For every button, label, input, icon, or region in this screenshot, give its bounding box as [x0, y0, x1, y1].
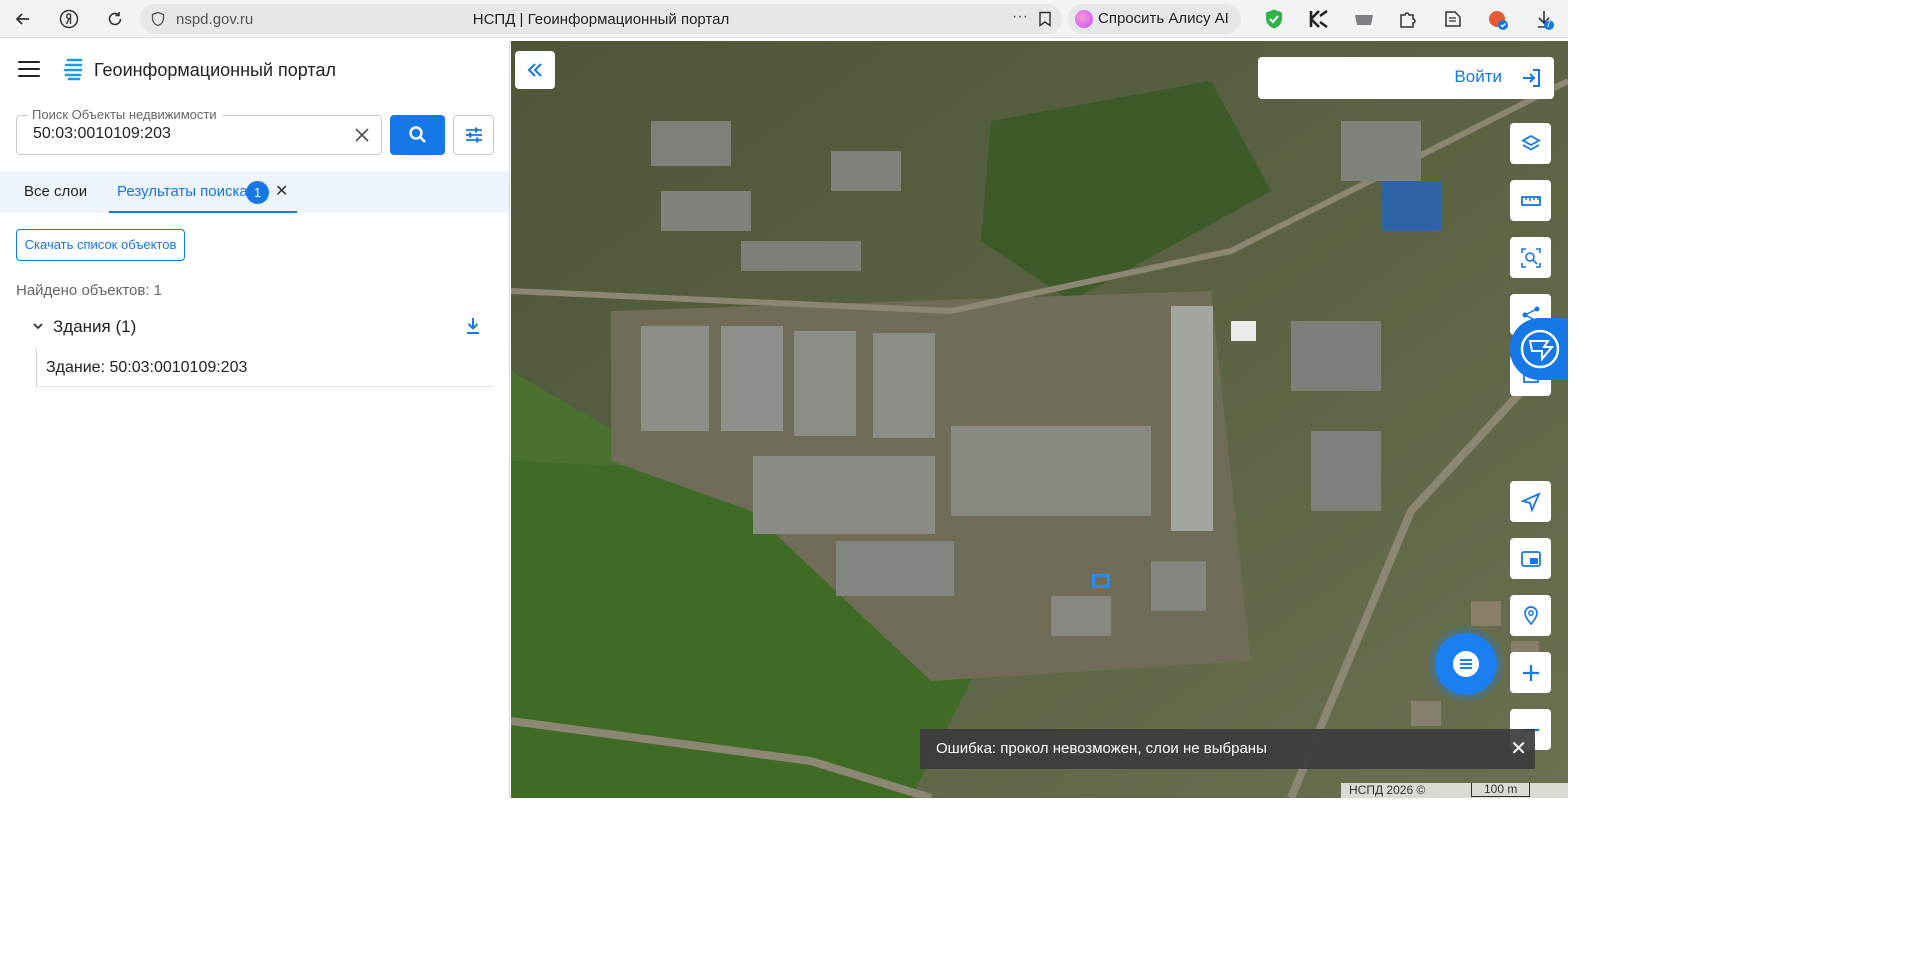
search-field[interactable]: Поиск Объекты недвижимости [16, 107, 382, 155]
assistant-button[interactable] [1510, 318, 1568, 380]
geolocation-search-button[interactable] [1510, 595, 1551, 636]
error-toast: Ошибка: прокол невозможен, слои не выбра… [920, 729, 1535, 769]
downloads-badge: 7 [1546, 19, 1552, 29]
downloads-icon[interactable]: 7 [1533, 8, 1555, 30]
found-count-text: Найдено объектов: 1 [16, 282, 163, 299]
double-chevron-left-icon [527, 63, 542, 77]
chat-bubble-icon [1453, 651, 1479, 677]
login-button[interactable]: Войти [1258, 57, 1554, 99]
close-tab-icon[interactable]: ✕ [275, 171, 288, 213]
portal-title: Геоинформационный портал [94, 60, 336, 80]
clear-search-icon[interactable] [351, 124, 373, 146]
reader-mode-icon[interactable] [1442, 8, 1464, 30]
ruler-icon [1520, 195, 1541, 206]
navigation-arrow-icon [1519, 491, 1541, 513]
extension-gray-icon[interactable] [1353, 8, 1375, 30]
alice-label: Спросить Алису AI [1098, 10, 1229, 27]
buildings-group-header[interactable]: Здания (1) [16, 311, 494, 343]
profile-extension-icon[interactable] [1487, 8, 1509, 30]
tab-all-layers[interactable]: Все слои [24, 171, 87, 213]
download-icon[interactable] [464, 316, 482, 336]
search-icon [409, 126, 426, 143]
map-scale-label: 100 m [1471, 783, 1531, 797]
tab-search-results[interactable]: Результаты поиска 1 ✕ [109, 171, 297, 213]
chevron-down-icon[interactable] [32, 319, 44, 331]
portal-logo-icon [62, 57, 84, 81]
map-view[interactable]: Войти Ошибка: прокол невозможен, слои не… [511, 41, 1568, 798]
extensions-puzzle-icon[interactable] [1397, 8, 1419, 30]
address-bar[interactable]: nspd.gov.ru НСПД | Геоинформационный пор… [140, 4, 1062, 34]
page-title: НСПД | Геоинформационный портал [472, 11, 730, 28]
plus-icon [1522, 664, 1539, 681]
support-chat-button[interactable] [1435, 633, 1497, 695]
login-icon [1520, 67, 1542, 89]
browser-toolbar: nspd.gov.ru НСПД | Геоинформационный пор… [0, 0, 1568, 38]
copyright-text: НСПД 2026 © [1341, 783, 1568, 798]
search-button[interactable] [390, 115, 445, 155]
satellite-imagery [511, 41, 1568, 798]
assistant-chat-icon [1520, 329, 1560, 369]
filter-button[interactable] [453, 115, 494, 155]
bookmark-icon[interactable] [1038, 11, 1052, 32]
ruler-button[interactable] [1510, 180, 1551, 221]
close-toast-icon[interactable]: ✕ [1510, 729, 1527, 769]
hamburger-menu-icon[interactable] [18, 61, 40, 79]
sidebar-panel: Геоинформационный портал Поиск Объекты н… [0, 41, 510, 798]
tab-search-results-label: Результаты поиска [117, 183, 248, 200]
area-search-button[interactable] [1510, 237, 1551, 278]
minimap-button[interactable] [1510, 538, 1551, 579]
selected-building-marker[interactable] [1092, 574, 1110, 588]
list-item[interactable]: Здание: 50:03:0010109:203 [36, 349, 494, 387]
layers-button[interactable] [1510, 123, 1551, 164]
download-list-button[interactable]: Скачать список объектов [16, 229, 185, 261]
tabs-bar: Все слои Результаты поиска 1 ✕ [0, 171, 509, 213]
filter-sliders-icon [466, 127, 482, 143]
collapse-sidebar-button[interactable] [515, 51, 555, 89]
yandex-icon[interactable] [58, 8, 80, 30]
ask-alice-button[interactable]: Спросить Алису AI [1068, 4, 1241, 34]
alice-icon [1075, 10, 1093, 28]
location-search-icon [1523, 605, 1538, 625]
search-input[interactable] [33, 125, 333, 143]
my-location-button[interactable] [1510, 481, 1551, 522]
picture-in-picture-icon [1520, 550, 1541, 567]
results-count-badge: 1 [246, 181, 269, 204]
kaspersky-extension-icon[interactable] [1308, 8, 1330, 30]
error-toast-text: Ошибка: прокол невозможен, слои не выбра… [936, 740, 1267, 757]
area-search-icon [1520, 247, 1541, 268]
login-label: Войти [1454, 67, 1502, 86]
back-icon[interactable] [12, 8, 34, 30]
reload-icon[interactable] [104, 8, 126, 30]
zoom-in-button[interactable] [1510, 652, 1551, 693]
layers-icon [1520, 134, 1541, 151]
search-label: Поиск Объекты недвижимости [27, 107, 222, 122]
adblock-shield-icon[interactable] [1263, 8, 1285, 30]
more-dots-icon[interactable]: ··· [1012, 8, 1028, 26]
buildings-group-label: Здания (1) [53, 317, 137, 336]
